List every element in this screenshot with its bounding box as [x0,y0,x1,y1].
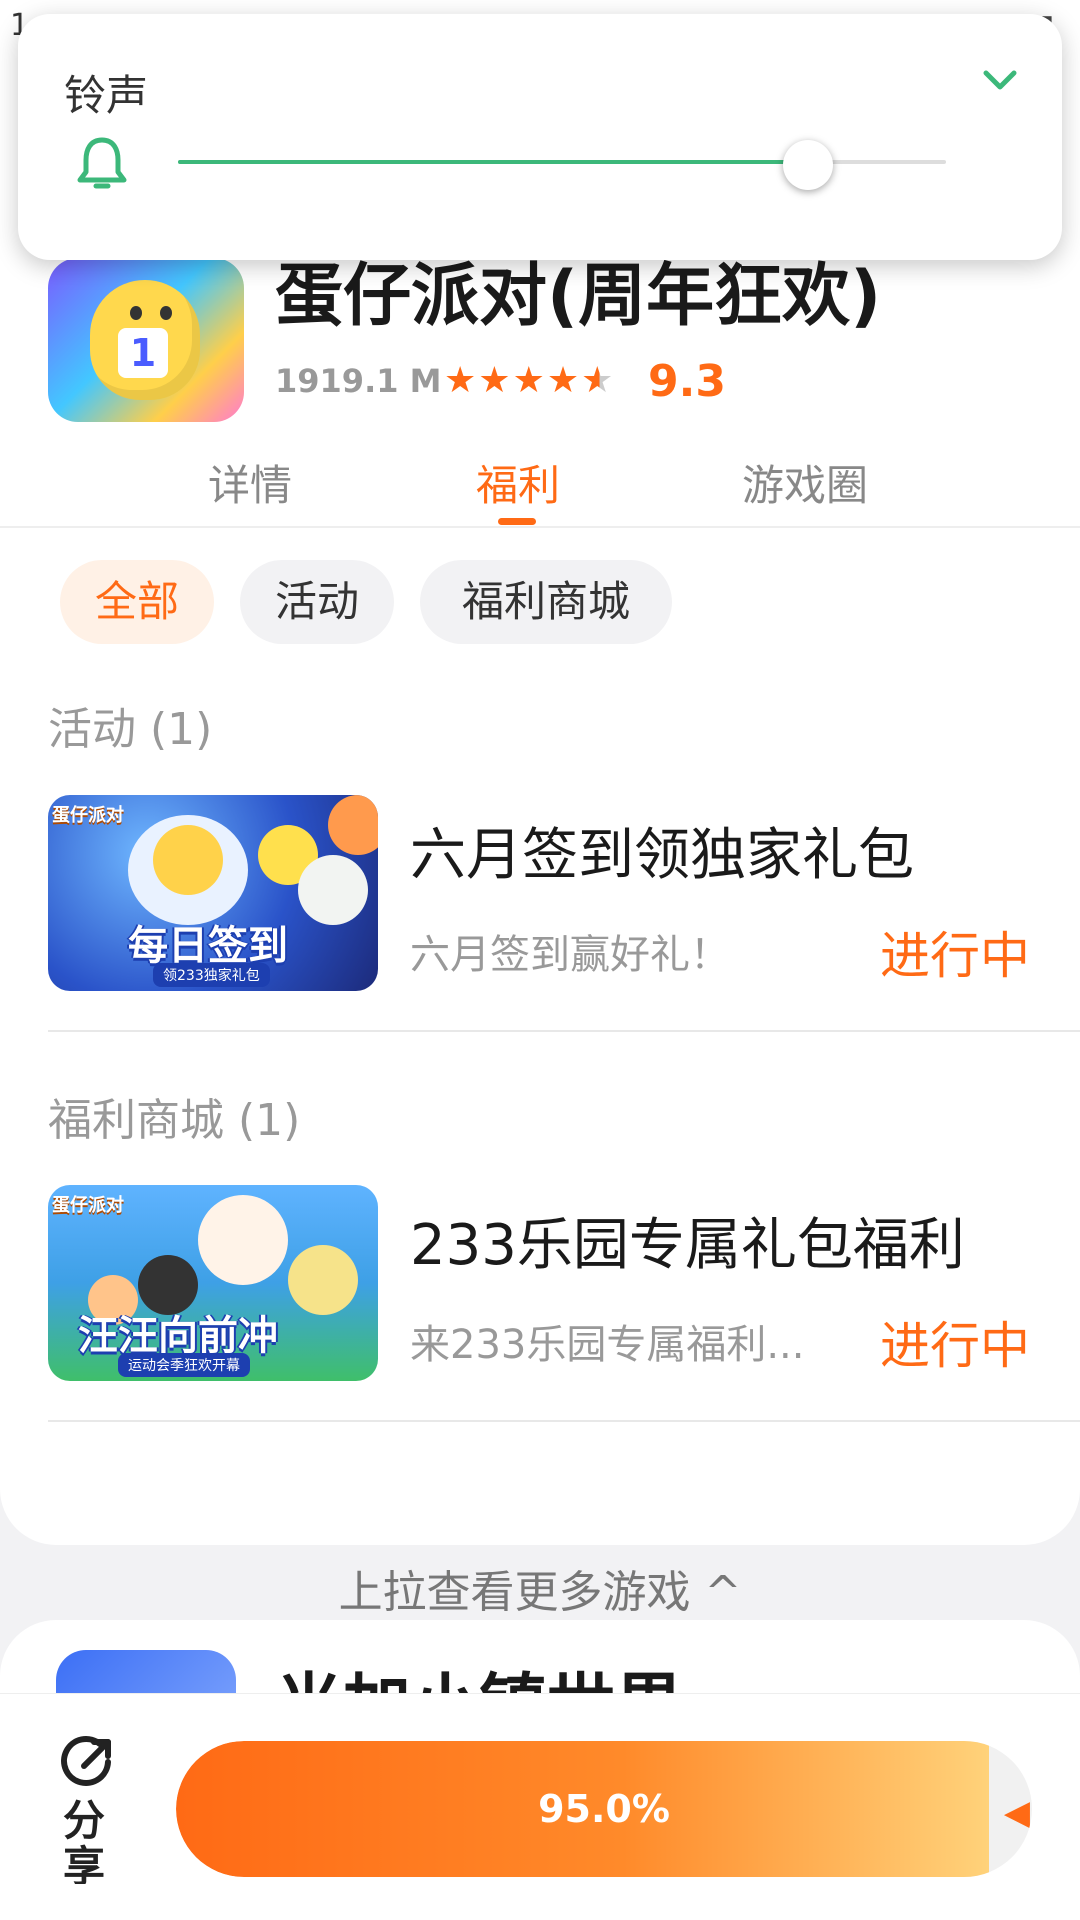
volume-slider-thumb[interactable] [782,140,833,190]
share-label: 分享 [62,1798,105,1884]
cat-mascot-icon [288,1245,358,1315]
egg-eye-left [130,306,142,320]
star-icon: ★ [512,360,547,401]
pull-up-more-games[interactable]: 上拉查看更多游戏 ^ [0,1556,1080,1620]
thumb-logo: 蛋仔派对 [52,1195,124,1216]
bottom-action-bar: 分享 95.0% ◀ [0,1693,1080,1920]
game-rating: 9.3 [648,356,726,407]
filter-chip-all[interactable]: 全部 [60,560,214,644]
event-status: 进行中 [880,927,1030,985]
volume-slider-fill [178,160,808,164]
mall-item-status: 进行中 [880,1317,1030,1375]
game-icon[interactable]: 1 [48,258,244,422]
download-progress-button[interactable]: 95.0% ◀ [176,1741,1032,1877]
divider [48,1030,1080,1032]
tab-bar: 详情 福利 游戏圈 [0,452,1080,528]
filter-chip-mall[interactable]: 福利商城 [420,560,672,644]
active-tab-indicator [498,518,536,525]
tab-benefits[interactable]: 福利 [476,452,560,513]
share-icon [61,1736,111,1786]
filter-chip-events[interactable]: 活动 [240,560,394,644]
section-title-events: 活动 (1) [48,704,213,755]
egg-eye-right [160,306,172,320]
mall-thumbnail[interactable]: 蛋仔派对 汪汪向前冲 运动会季狂欢开幕 [48,1185,378,1381]
event-thumbnail[interactable]: 蛋仔派对 每日签到 领233独家礼包 [48,795,378,991]
star-icon: ★ [478,360,513,401]
chevron-down-icon[interactable] [978,58,1022,102]
bear-mascot-icon [298,855,368,925]
rabbit-mascot-icon [198,1195,288,1285]
event-title[interactable]: 六月签到领独家礼包 [410,810,914,891]
divider [48,1420,1080,1422]
planet-shape [328,795,378,855]
tab-game-circle[interactable]: 游戏圈 [742,452,868,513]
volume-label: 铃声 [64,71,149,120]
ringtone-volume-panel: 铃声 [18,14,1062,260]
anniversary-badge-icon: 1 [118,328,168,378]
rating-stars: ★★★★★ [444,360,615,401]
mall-item-description: 来233乐园专属福利... [410,1322,805,1368]
game-size: 1919.1 M [275,362,442,400]
thumb-subtext: 领233独家礼包 [153,963,270,987]
share-button[interactable]: 分享 [48,1734,128,1884]
star-icon: ★ [444,360,479,401]
thumb-subtext: 运动会季狂欢开幕 [118,1353,250,1377]
mall-item-title[interactable]: 233乐园专属礼包福利 [410,1200,965,1281]
progress-text: 95.0% [538,1787,670,1831]
star-icon: ★ [546,360,582,401]
section-title-mall: 福利商城 (1) [48,1095,301,1146]
bell-icon[interactable] [70,132,134,196]
tab-details[interactable]: 详情 [208,452,292,513]
duck-mascot-icon [153,825,223,895]
star-half-icon: ★ [581,360,616,401]
thumb-logo: 蛋仔派对 [52,805,124,826]
event-description: 六月签到赢好礼！ [410,932,730,978]
rocket-icon: ◀ [1003,1793,1030,1833]
